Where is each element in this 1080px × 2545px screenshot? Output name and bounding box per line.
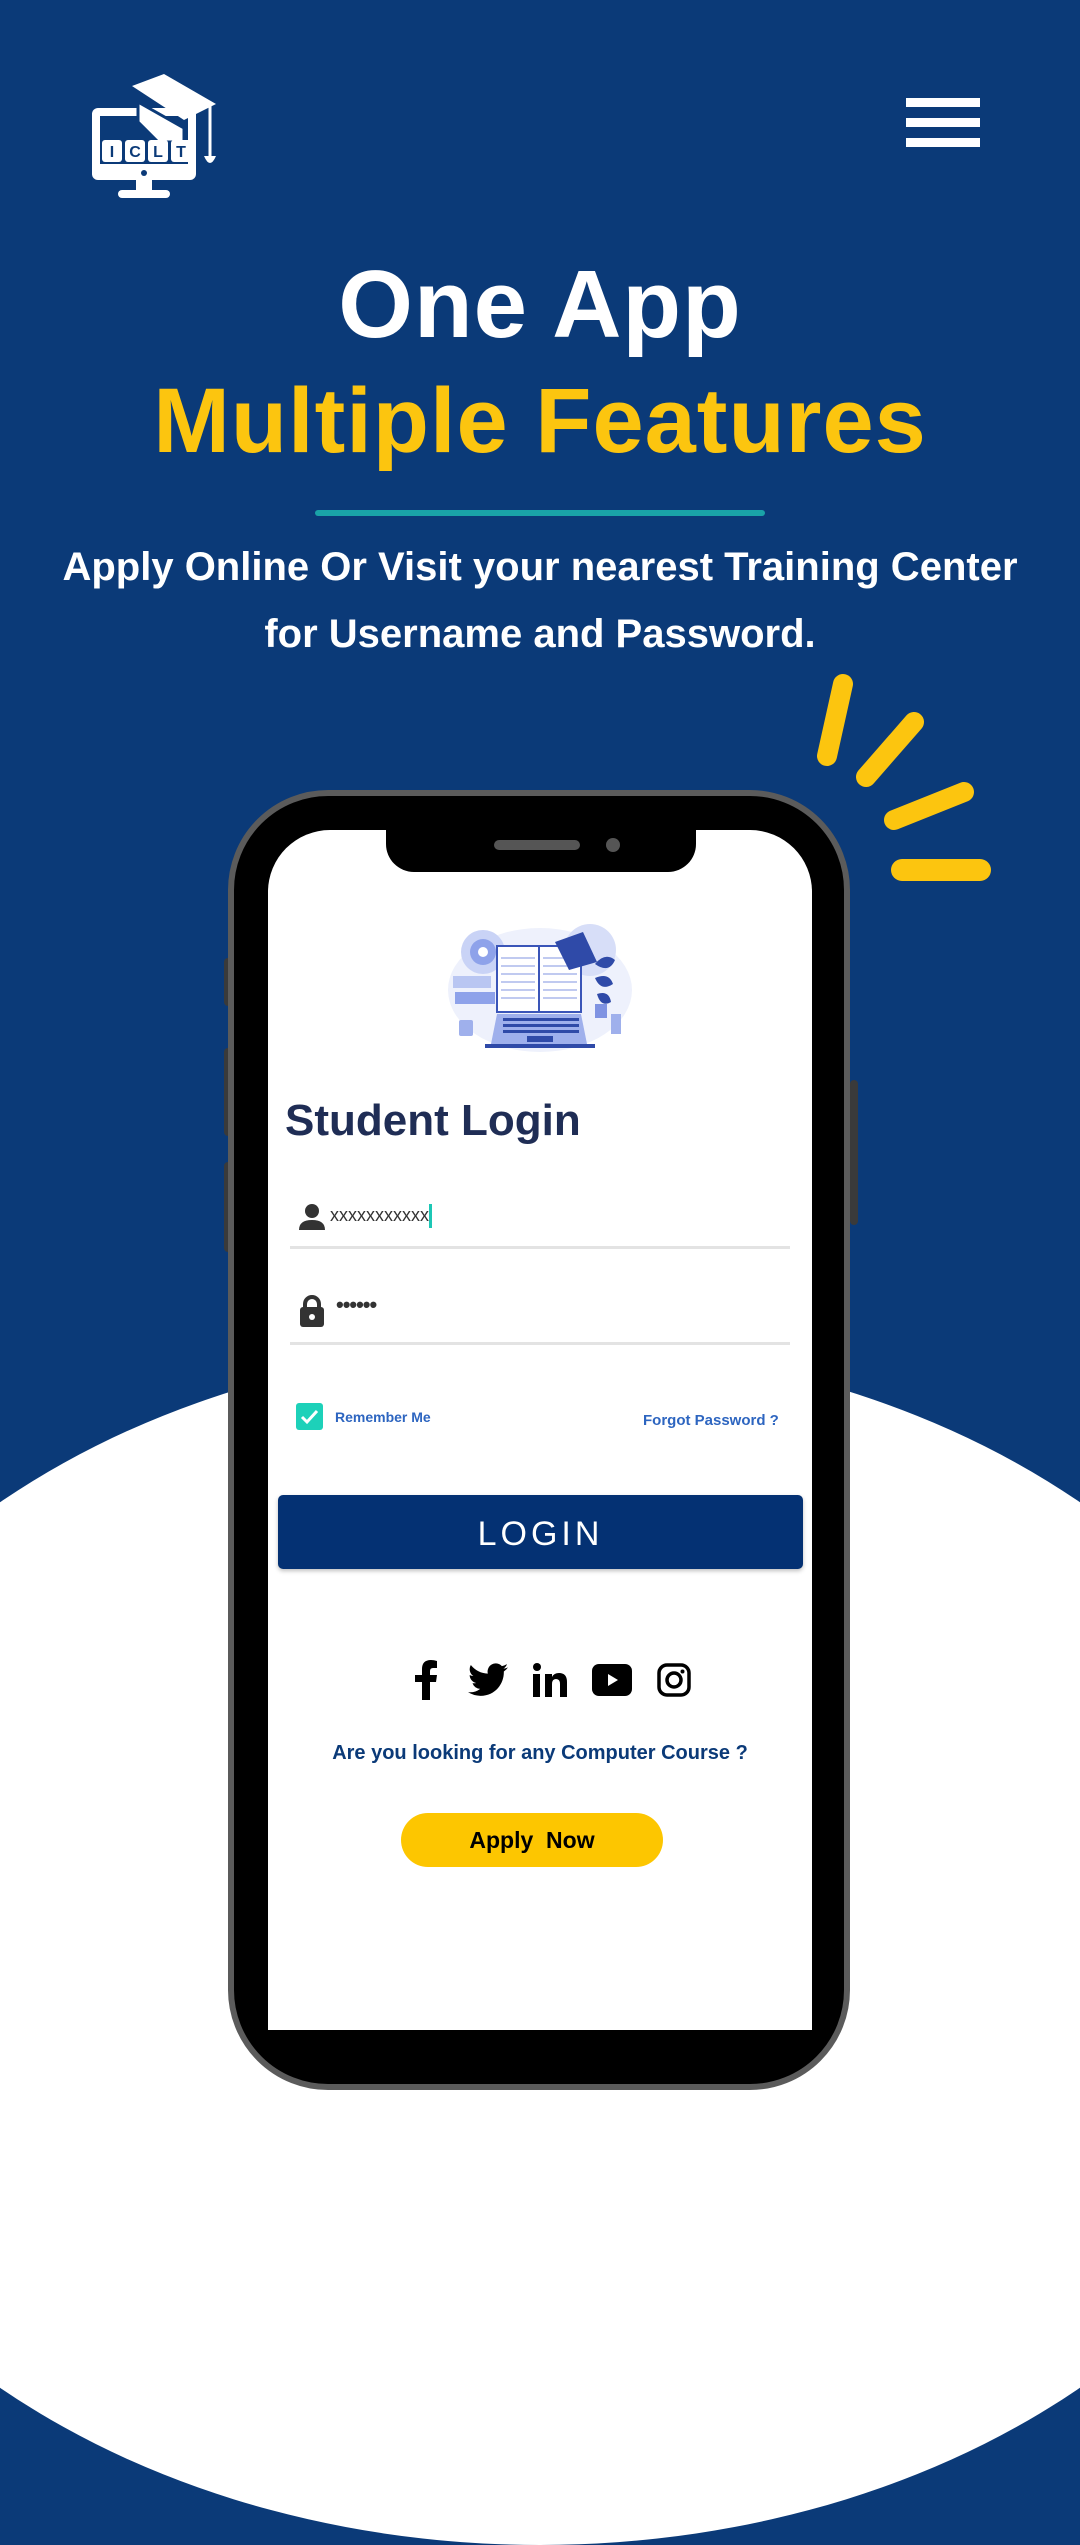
text-cursor xyxy=(429,1204,432,1228)
menu-bar xyxy=(906,138,980,147)
remember-me-checkbox[interactable]: Remember Me xyxy=(296,1403,431,1430)
menu-bar xyxy=(906,98,980,107)
instagram-icon[interactable] xyxy=(653,1659,695,1701)
password-field[interactable]: •••••• xyxy=(290,1282,790,1345)
svg-text:T: T xyxy=(176,144,186,161)
instagram-glyph xyxy=(657,1663,691,1697)
iclt-logo[interactable]: I C L T xyxy=(88,72,218,208)
twitter-glyph xyxy=(468,1663,508,1696)
phone-camera xyxy=(606,838,620,852)
svg-text:I: I xyxy=(110,144,114,161)
youtube-icon[interactable] xyxy=(591,1659,633,1701)
username-value: xxxxxxxxxxx xyxy=(330,1204,429,1225)
social-links xyxy=(405,1655,695,1705)
twitter-icon[interactable] xyxy=(467,1659,509,1701)
forgot-password-link[interactable]: Forgot Password ? xyxy=(643,1412,779,1429)
linkedin-glyph xyxy=(533,1663,567,1697)
login-title: Student Login xyxy=(285,1096,581,1145)
facebook-glyph xyxy=(415,1660,437,1700)
phone-side-button xyxy=(850,1080,858,1225)
apply-now-button[interactable]: Apply Now xyxy=(401,1813,663,1867)
facebook-icon[interactable] xyxy=(405,1659,447,1701)
divider xyxy=(315,510,765,516)
username-field[interactable]: xxxxxxxxxxx xyxy=(290,1186,790,1249)
password-input[interactable]: •••••• xyxy=(336,1292,377,1318)
checkmark-icon xyxy=(300,1409,319,1425)
hero-title: One App xyxy=(338,251,742,358)
hero-subtitle: Multiple Features xyxy=(153,370,927,472)
lock-icon xyxy=(300,1295,324,1327)
course-question: Are you looking for any Computer Course … xyxy=(332,1742,748,1764)
youtube-glyph xyxy=(592,1664,632,1696)
linkedin-icon[interactable] xyxy=(529,1659,571,1701)
svg-text:C: C xyxy=(129,144,141,161)
username-input[interactable]: xxxxxxxxxxx xyxy=(330,1204,432,1228)
study-illustration xyxy=(448,924,632,1052)
person-icon xyxy=(299,1204,325,1230)
menu-bar xyxy=(906,118,980,127)
phone-speaker xyxy=(494,840,580,850)
checkbox-checked[interactable] xyxy=(296,1403,323,1430)
hamburger-menu-icon[interactable] xyxy=(906,98,980,150)
login-button[interactable]: LOGIN xyxy=(278,1495,803,1569)
remember-me-label: Remember Me xyxy=(335,1408,431,1425)
svg-text:L: L xyxy=(153,144,163,161)
graduation-cap-monitor-icon: I C L T xyxy=(92,74,216,198)
tagline: Apply Online Or Visit your nearest Train… xyxy=(62,545,1018,656)
